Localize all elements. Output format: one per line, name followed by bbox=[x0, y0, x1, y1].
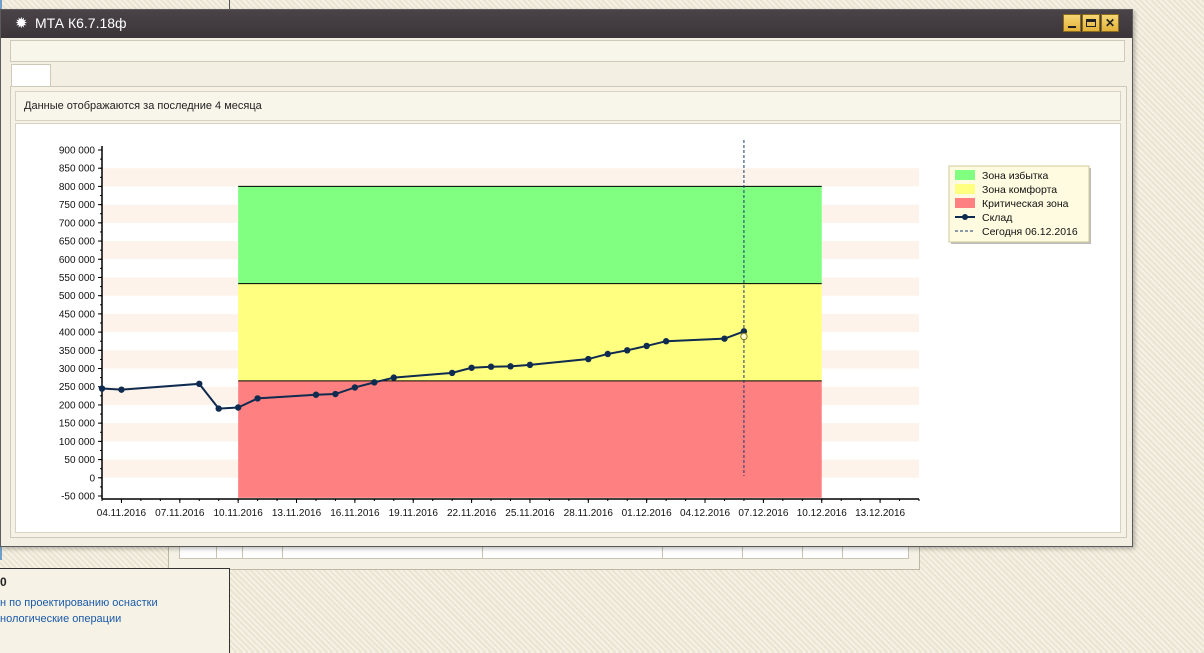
data-point bbox=[312, 391, 320, 398]
data-point bbox=[371, 379, 378, 386]
maximize-icon bbox=[1086, 19, 1096, 27]
data-point bbox=[390, 374, 397, 381]
toolbar bbox=[10, 40, 1125, 62]
legend-label: Зона комфорта bbox=[982, 184, 1057, 196]
background-tree-panel: 0 н по проектированию оснастки нологичес… bbox=[0, 568, 230, 653]
y-tick-label: 350 000 bbox=[59, 346, 96, 357]
y-tick-label: 850 000 bbox=[59, 164, 96, 175]
y-tick-label: 650 000 bbox=[59, 237, 96, 248]
zone-0 bbox=[238, 186, 822, 284]
legend-label: Критическая зона bbox=[982, 198, 1069, 210]
minimize-icon bbox=[1068, 26, 1076, 28]
data-point bbox=[332, 390, 339, 398]
x-tick-label: 07.11.2016 bbox=[155, 508, 205, 519]
y-tick-label: 900 000 bbox=[59, 146, 96, 157]
legend-label: Сегодня 06.12.2016 bbox=[982, 226, 1078, 238]
close-icon: ✕ bbox=[1104, 16, 1116, 30]
legend-label: Зона избытка bbox=[982, 170, 1048, 182]
chart-window: ✹ МТА К6.7.18ф ✕ Данные отображаются за … bbox=[0, 9, 1133, 547]
stock-chart: 900 000 850 000 800 000 750 000 700 000 650 0… bbox=[59, 140, 1091, 519]
y-tick-label: 400 000 bbox=[59, 328, 96, 339]
y-tick-label: 50 000 bbox=[64, 455, 95, 466]
y-tick-label: 700 000 bbox=[59, 218, 96, 229]
minimize-button[interactable] bbox=[1063, 14, 1081, 32]
y-tick-label: 150 000 bbox=[59, 419, 96, 430]
data-point bbox=[624, 347, 631, 354]
y-tick-label: 450 000 bbox=[59, 309, 96, 320]
x-tick-label: 25.11.2016 bbox=[505, 508, 555, 519]
data-point bbox=[351, 384, 359, 391]
y-tick-label: 300 000 bbox=[59, 364, 96, 375]
content-area: Данные отображаются за последние 4 месяц… bbox=[10, 86, 1127, 538]
chart-container: 900 000 850 000 800 000 750 000 700 000 650 0… bbox=[15, 123, 1121, 533]
y-tick-label: 250 000 bbox=[59, 382, 96, 393]
y-tick-label: 100 000 bbox=[59, 437, 96, 448]
data-point bbox=[526, 361, 534, 369]
data-point bbox=[468, 364, 475, 371]
data-point bbox=[487, 363, 495, 370]
y-tick-label: 750 000 bbox=[59, 200, 96, 211]
x-tick-label: 22.11.2016 bbox=[447, 508, 497, 519]
gear-icon: ✹ bbox=[15, 15, 28, 32]
legend-label: Склад bbox=[982, 212, 1012, 224]
tree-link-tooling-design[interactable]: н по проектированию оснастки bbox=[0, 597, 158, 609]
x-tick-label: 01.12.2016 bbox=[622, 508, 672, 519]
chart-band bbox=[102, 168, 919, 187]
data-point bbox=[585, 355, 592, 363]
y-tick-label: -50 000 bbox=[61, 492, 95, 503]
x-tick-label: 10.12.2016 bbox=[797, 508, 847, 519]
x-tick-label: 07.12.2016 bbox=[738, 508, 788, 519]
x-tick-label: 13.11.2016 bbox=[272, 508, 322, 519]
data-point bbox=[448, 369, 456, 377]
data-point bbox=[118, 386, 125, 393]
data-point bbox=[604, 350, 611, 358]
legend-swatch-0 bbox=[955, 170, 975, 180]
x-tick-label: 10.11.2016 bbox=[214, 508, 264, 519]
y-tick-label: 800 000 bbox=[59, 182, 96, 193]
data-point bbox=[507, 363, 514, 370]
tree-node-bullet: 0 bbox=[0, 575, 7, 589]
close-button[interactable]: ✕ bbox=[1101, 14, 1119, 32]
tab-chart[interactable] bbox=[11, 64, 51, 86]
data-point bbox=[721, 335, 728, 342]
window-controls: ✕ bbox=[1063, 14, 1119, 33]
y-tick-label: 600 000 bbox=[59, 255, 96, 266]
data-point bbox=[643, 342, 650, 350]
y-tick-label: 500 000 bbox=[59, 291, 96, 302]
data-point bbox=[98, 385, 106, 392]
data-point bbox=[662, 338, 670, 345]
legend-swatch-2 bbox=[955, 198, 975, 208]
y-tick-label: 200 000 bbox=[59, 400, 96, 411]
zone-2 bbox=[238, 380, 822, 498]
legend-swatch-1 bbox=[955, 184, 975, 194]
x-tick-label: 13.12.2016 bbox=[855, 508, 905, 519]
today-marker bbox=[740, 332, 748, 341]
data-point bbox=[196, 380, 203, 388]
data-point bbox=[234, 404, 242, 411]
background-table bbox=[179, 545, 909, 559]
maximize-button[interactable] bbox=[1082, 14, 1100, 32]
x-tick-label: 16.11.2016 bbox=[330, 508, 380, 519]
info-text: Данные отображаются за последние 4 месяц… bbox=[24, 100, 262, 112]
x-tick-label: 28.11.2016 bbox=[564, 508, 614, 519]
window-title: МТА К6.7.18ф bbox=[35, 15, 127, 31]
window-titlebar[interactable]: ✹ МТА К6.7.18ф ✕ bbox=[1, 10, 1132, 38]
info-bar: Данные отображаются за последние 4 месяц… bbox=[15, 91, 1121, 121]
y-tick-label: 0 bbox=[89, 473, 95, 484]
y-tick-label: 550 000 bbox=[59, 273, 96, 284]
legend-swatch-marker bbox=[962, 214, 968, 220]
data-point bbox=[254, 395, 261, 402]
x-tick-label: 19.11.2016 bbox=[389, 508, 439, 519]
x-tick-label: 04.12.2016 bbox=[680, 508, 730, 519]
x-tick-label: 04.11.2016 bbox=[97, 508, 147, 519]
data-point bbox=[215, 405, 222, 412]
tree-link-tech-operations[interactable]: нологические операции bbox=[0, 613, 121, 625]
